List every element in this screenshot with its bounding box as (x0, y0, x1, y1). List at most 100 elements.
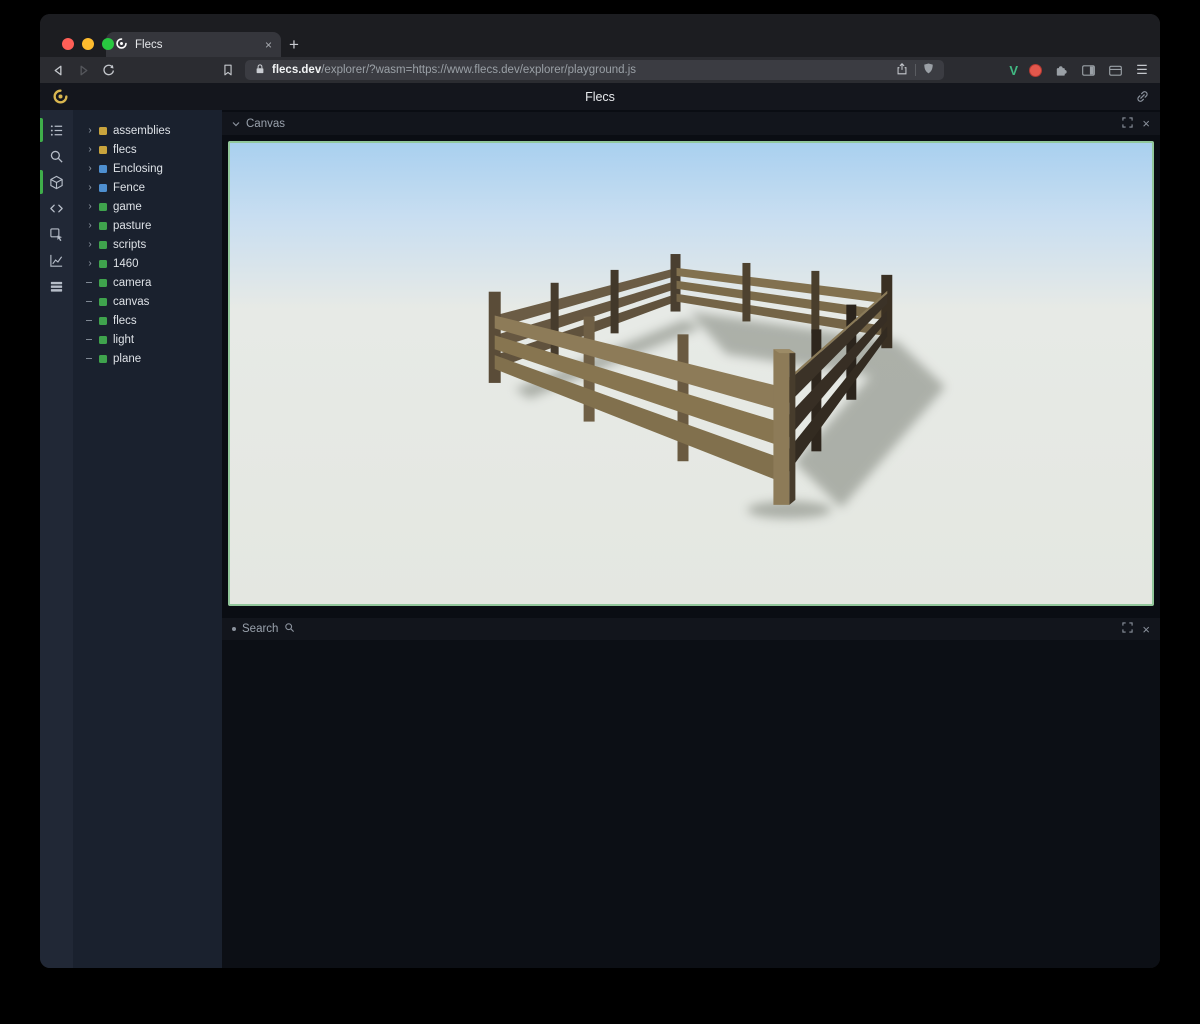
canvas-panel-body (222, 135, 1160, 612)
tree-item-label: Enclosing (113, 163, 163, 175)
tab-close-icon[interactable]: × (265, 38, 272, 52)
page-title: Flecs (585, 90, 615, 104)
inspector-tool[interactable] (40, 221, 73, 247)
url-bar[interactable]: flecs.dev/explorer/?wasm=https://www.fle… (245, 60, 944, 80)
zoom-window-button[interactable] (102, 38, 114, 50)
entity-tree-tool[interactable] (40, 117, 73, 143)
3d-viewport[interactable] (228, 141, 1154, 606)
chevron-right-icon[interactable]: › (86, 164, 94, 174)
chevron-right-icon[interactable]: › (86, 145, 94, 155)
menu-icon[interactable]: ☰ (1134, 62, 1150, 78)
tree-item-scripts[interactable]: › scripts (73, 235, 222, 254)
entity-type-icon (99, 203, 107, 211)
entity-type-icon (99, 336, 107, 344)
url-path: /explorer/?wasm=https://www.flecs.dev/ex… (321, 64, 636, 76)
statistics-tool[interactable] (40, 247, 73, 273)
search-panel-body[interactable] (222, 640, 1160, 968)
leaf-dash-icon (86, 320, 94, 322)
tree-item-label: scripts (113, 239, 146, 251)
extension-cluster: V ☰ (1009, 62, 1150, 78)
reload-icon[interactable] (100, 62, 116, 78)
bookmark-icon[interactable] (220, 62, 236, 78)
forward-icon[interactable] (75, 62, 91, 78)
tree-item-fence[interactable]: › Fence (73, 178, 222, 197)
tree-item-game[interactable]: › game (73, 197, 222, 216)
url-text: flecs.dev/explorer/?wasm=https://www.fle… (272, 64, 889, 76)
expand-panel-icon[interactable] (1122, 622, 1133, 636)
minimize-window-button[interactable] (82, 38, 94, 50)
entity-type-icon (99, 222, 107, 230)
chevron-down-icon[interactable] (232, 118, 240, 130)
tree-item-camera[interactable]: camera (73, 273, 222, 292)
entity-type-icon (99, 146, 107, 154)
tree-item-assemblies[interactable]: › assemblies (73, 121, 222, 140)
close-window-button[interactable] (62, 38, 74, 50)
entity-type-icon (99, 127, 107, 135)
code-editor-tool[interactable] (40, 195, 73, 221)
new-tab-button[interactable]: + (281, 32, 307, 57)
panel-marker-icon[interactable] (232, 627, 236, 631)
entity-type-icon (99, 317, 107, 325)
search-icon (284, 622, 295, 636)
tree-item-label: flecs (113, 144, 137, 156)
tree-item-label: assemblies (113, 125, 171, 137)
tree-item-label: canvas (113, 296, 149, 308)
tab-title: Flecs (135, 39, 258, 51)
tree-item-label: Fence (113, 182, 145, 194)
leaf-dash-icon (86, 358, 94, 360)
link-icon[interactable] (1135, 89, 1150, 109)
tree-item-label: game (113, 201, 142, 213)
chevron-right-icon[interactable]: › (86, 202, 94, 212)
tree-item-flecs[interactable]: › flecs (73, 140, 222, 159)
tree-item-plane[interactable]: plane (73, 349, 222, 368)
search-panel-header: Search × (222, 618, 1160, 640)
tree-item-label: flecs (113, 315, 137, 327)
entity-type-icon (99, 279, 107, 287)
entity-type-icon (99, 298, 107, 306)
tab-strip: Flecs × + (40, 14, 1160, 57)
canvas-3d-tool[interactable] (40, 169, 73, 195)
chevron-right-icon[interactable]: › (86, 183, 94, 193)
share-icon[interactable] (895, 62, 909, 79)
leaf-dash-icon (86, 301, 94, 303)
tree-item-light[interactable]: light (73, 330, 222, 349)
red-extension-icon[interactable] (1029, 64, 1042, 77)
divider (915, 64, 916, 76)
tree-item-flecs-leaf[interactable]: flecs (73, 311, 222, 330)
url-domain: flecs.dev (272, 64, 321, 76)
entity-type-icon (99, 355, 107, 363)
chevron-right-icon[interactable]: › (86, 240, 94, 250)
chevron-right-icon[interactable]: › (86, 126, 94, 136)
tree-item-label: light (113, 334, 134, 346)
extensions-puzzle-icon[interactable] (1053, 62, 1069, 78)
tab-favicon-icon (115, 37, 128, 53)
shield-icon[interactable] (922, 62, 935, 78)
vue-devtools-icon[interactable]: V (1009, 63, 1018, 78)
expand-panel-icon[interactable] (1122, 117, 1133, 131)
browser-tab[interactable]: Flecs × (106, 32, 281, 57)
logs-tool[interactable] (40, 273, 73, 299)
main-area: Canvas × (222, 110, 1160, 968)
tool-strip (40, 110, 73, 968)
flecs-logo-icon[interactable] (52, 88, 69, 110)
close-panel-icon[interactable]: × (1142, 117, 1150, 130)
lock-icon (254, 63, 266, 78)
tree-item-1460[interactable]: › 1460 (73, 254, 222, 273)
panel-title: Search (242, 623, 278, 635)
tree-item-enclosing[interactable]: › Enclosing (73, 159, 222, 178)
leaf-dash-icon (86, 339, 94, 341)
entity-type-icon (99, 165, 107, 173)
close-panel-icon[interactable]: × (1142, 623, 1150, 636)
back-icon[interactable] (50, 62, 66, 78)
chevron-right-icon[interactable]: › (86, 221, 94, 231)
tree-item-pasture[interactable]: › pasture (73, 216, 222, 235)
wallet-icon[interactable] (1107, 62, 1123, 78)
canvas-panel-header: Canvas × (222, 112, 1160, 135)
entity-type-icon (99, 184, 107, 192)
tree-item-label: camera (113, 277, 151, 289)
chevron-right-icon[interactable]: › (86, 259, 94, 269)
tree-item-canvas[interactable]: canvas (73, 292, 222, 311)
query-search-tool[interactable] (40, 143, 73, 169)
entity-tree-panel: › assemblies › flecs › Enclosing › Fence… (73, 110, 222, 968)
sidebar-toggle-icon[interactable] (1080, 62, 1096, 78)
